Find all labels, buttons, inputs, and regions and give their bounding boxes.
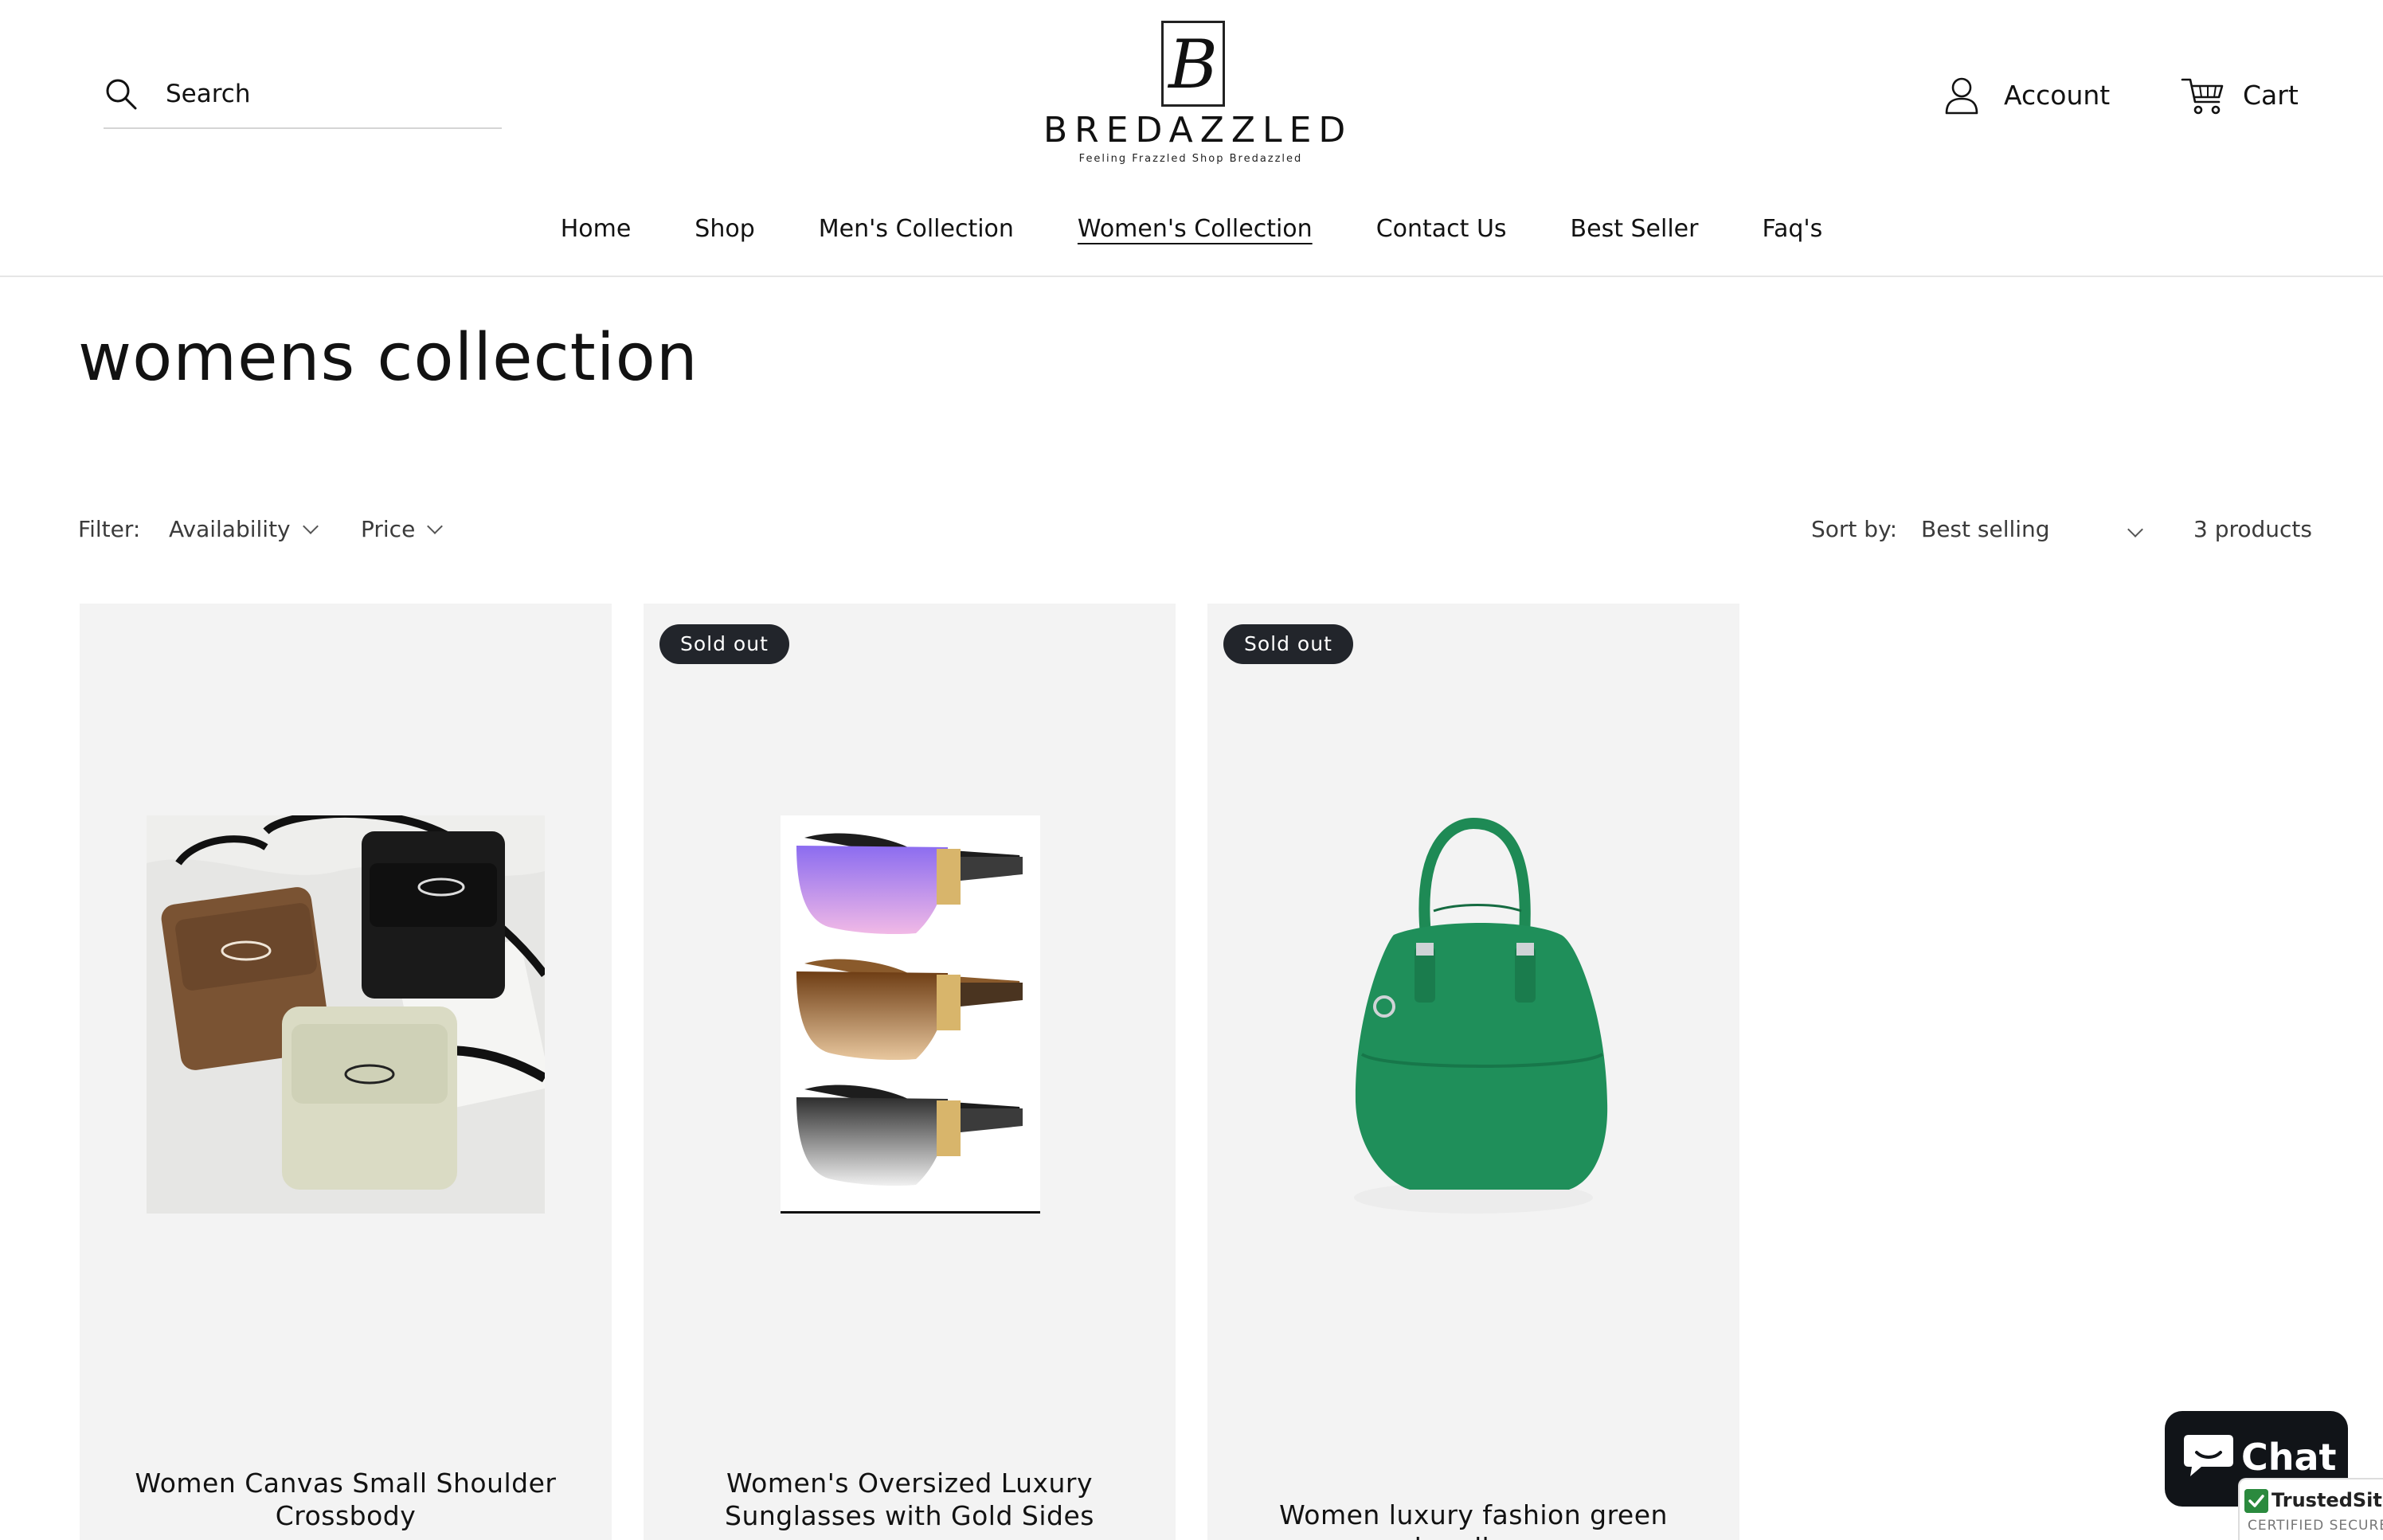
chat-label[interactable]: Chat — [2241, 1433, 2337, 1481]
search-label[interactable]: Search — [166, 76, 251, 111]
nav-item-faqs[interactable]: Faq's — [1762, 210, 1822, 253]
sold-out-badge: Sold out — [659, 624, 789, 664]
site-header: Search B BREDAZZLED Feeling Frazzled Sho… — [0, 0, 2383, 277]
sold-out-badge: Sold out — [1223, 624, 1353, 664]
product-card[interactable]: Sold out Women's Oversized Luxury Sungla… — [644, 604, 1176, 1540]
nav-item-womens-collection[interactable]: Women's Collection — [1078, 210, 1313, 253]
logo-monogram-frame: B — [1161, 21, 1225, 107]
product-card[interactable]: Women Canvas Small Shoulder Crossbody — [80, 604, 612, 1540]
logo-brand-name: BREDAZZLED — [1043, 110, 1353, 150]
availability-filter[interactable]: Availability — [169, 510, 319, 549]
sort-select[interactable]: Best selling — [1921, 510, 2146, 549]
sort-select-value[interactable]: Best selling — [1921, 516, 2050, 542]
logo-tagline: Feeling Frazzled Shop Bredazzled — [1078, 153, 1303, 165]
product-title[interactable]: Women Canvas Small Shoulder Crossbody — [112, 1467, 580, 1532]
user-icon — [1945, 77, 1978, 115]
search-field[interactable]: Search — [104, 76, 502, 129]
nav-item-home[interactable]: Home — [561, 210, 632, 253]
product-title[interactable]: Women's Oversized Luxury Sunglasses with… — [675, 1467, 1144, 1532]
trustedsite-badge[interactable]: TrustedSite CERTIFIED SECURE — [2238, 1478, 2383, 1540]
product-image[interactable] — [147, 815, 545, 1214]
filter-label: Filter: — [78, 516, 141, 542]
product-image[interactable] — [781, 815, 1040, 1214]
nav-item-mens-collection[interactable]: Men's Collection — [819, 210, 1014, 253]
main-nav: Home Shop Men's Collection Women's Colle… — [0, 210, 2383, 253]
sunglasses-image — [781, 815, 1040, 1211]
price-filter[interactable]: Price — [361, 510, 444, 549]
trustedsite-subtitle: CERTIFIED SECURE — [2248, 1518, 2383, 1534]
product-count: 3 products — [2193, 516, 2312, 542]
chevron-down-icon — [427, 518, 444, 534]
availability-filter-label[interactable]: Availability — [169, 516, 291, 542]
brand-logo[interactable]: B BREDAZZLED Feeling Frazzled Shop Breda… — [1043, 18, 1353, 172]
price-filter-label[interactable]: Price — [361, 516, 415, 542]
chevron-down-icon — [302, 518, 319, 534]
filter-bar: Filter: Availability Price Sort by: Best… — [78, 510, 2312, 549]
cart-icon — [2181, 78, 2224, 115]
search-icon[interactable] — [104, 76, 139, 111]
product-card[interactable]: Sold out Women luxury fashion green hand… — [1207, 604, 1739, 1540]
checkmark-icon — [2244, 1489, 2268, 1513]
product-title[interactable]: Women luxury fashion green handbag — [1239, 1499, 1708, 1540]
product-image[interactable] — [1338, 815, 1609, 1229]
logo-monogram: B — [1168, 25, 1218, 104]
page-title: womens collection — [78, 320, 698, 396]
sort-label: Sort by: — [1811, 516, 1898, 542]
nav-item-contact-us[interactable]: Contact Us — [1376, 210, 1507, 253]
cart-label[interactable]: Cart — [2243, 78, 2299, 113]
nav-item-shop[interactable]: Shop — [695, 210, 754, 253]
green-handbag-image — [1338, 815, 1609, 1229]
trustedsite-title: TrustedSite — [2271, 1489, 2383, 1511]
account-label[interactable]: Account — [2004, 78, 2110, 113]
chevron-down-icon — [2127, 522, 2143, 537]
crossbody-bags-image — [147, 815, 545, 1214]
nav-item-best-seller[interactable]: Best Seller — [1571, 210, 1699, 253]
chat-bubble-icon — [2184, 1435, 2233, 1476]
